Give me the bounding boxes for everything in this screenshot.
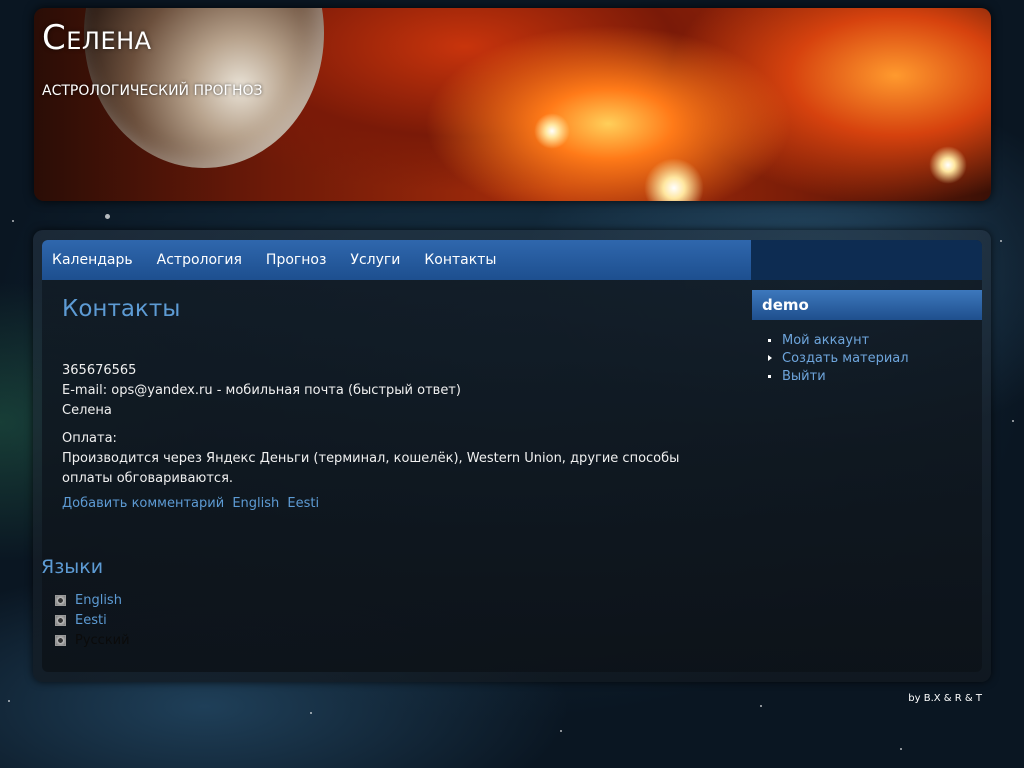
star-flare bbox=[929, 146, 967, 184]
nav-item-services[interactable]: Услуги bbox=[338, 240, 412, 280]
nav-item-forecast[interactable]: Прогноз bbox=[254, 240, 339, 280]
language-item: Eesti bbox=[55, 610, 130, 630]
bullet-icon bbox=[55, 594, 66, 606]
primary-nav: Календарь Астрология Прогноз Услуги Конт… bbox=[42, 240, 751, 280]
payment-label: Оплата: bbox=[62, 431, 117, 446]
node-links: Добавить комментарий English Eesti bbox=[62, 496, 323, 511]
user-menu-item: Мой аккаунт bbox=[768, 331, 909, 349]
bullet-icon bbox=[55, 614, 66, 626]
nav-item-contacts[interactable]: Контакты bbox=[412, 240, 508, 280]
bullet-icon bbox=[768, 338, 771, 342]
language-current-russian: Русский bbox=[75, 632, 130, 648]
add-comment-link[interactable]: Добавить комментарий bbox=[62, 496, 224, 511]
page-title: Контакты bbox=[62, 296, 181, 322]
language-item: English bbox=[55, 590, 130, 610]
languages-title: Языки bbox=[41, 556, 104, 578]
header-banner bbox=[34, 8, 991, 201]
language-list: English Eesti Русский bbox=[55, 590, 130, 650]
translation-link-eesti[interactable]: Eesti bbox=[287, 496, 319, 511]
phone-number: 365676565 bbox=[62, 363, 137, 378]
bullet-icon bbox=[768, 374, 771, 378]
site-title[interactable]: Селена bbox=[42, 18, 152, 58]
email-line: E-mail: ops@yandex.ru - мобильная почта … bbox=[62, 383, 461, 398]
star-flare bbox=[534, 113, 570, 149]
translation-link-english[interactable]: English bbox=[232, 496, 279, 511]
bullet-icon bbox=[55, 634, 66, 646]
footer-credit: by B.X & R & T bbox=[908, 693, 982, 704]
language-link-eesti[interactable]: Eesti bbox=[75, 613, 107, 628]
nav-item-calendar[interactable]: Календарь bbox=[42, 240, 145, 280]
user-block-title: demo bbox=[752, 290, 982, 320]
user-menu: Мой аккаунт Создать материал Выйти bbox=[768, 331, 909, 385]
arrow-right-icon bbox=[768, 355, 772, 361]
user-menu-item: Выйти bbox=[768, 367, 909, 385]
language-link-english[interactable]: English bbox=[75, 593, 122, 608]
page-content: 365676565 E-mail: ops@yandex.ru - мобиль… bbox=[62, 361, 702, 489]
payment-text: Производится через Яндекс Деньги (термин… bbox=[62, 451, 680, 486]
nav-item-astrology[interactable]: Астрология bbox=[145, 240, 254, 280]
logout-link[interactable]: Выйти bbox=[782, 369, 826, 384]
user-menu-item: Создать материал bbox=[768, 349, 909, 367]
my-account-link[interactable]: Мой аккаунт bbox=[782, 333, 869, 348]
star-flare bbox=[644, 158, 704, 201]
site-slogan: Астрологический прогноз bbox=[42, 83, 263, 99]
language-item: Русский bbox=[55, 630, 130, 650]
create-content-link[interactable]: Создать материал bbox=[782, 351, 909, 366]
contact-name: Селена bbox=[62, 403, 112, 418]
nav-bar-right bbox=[751, 240, 982, 280]
